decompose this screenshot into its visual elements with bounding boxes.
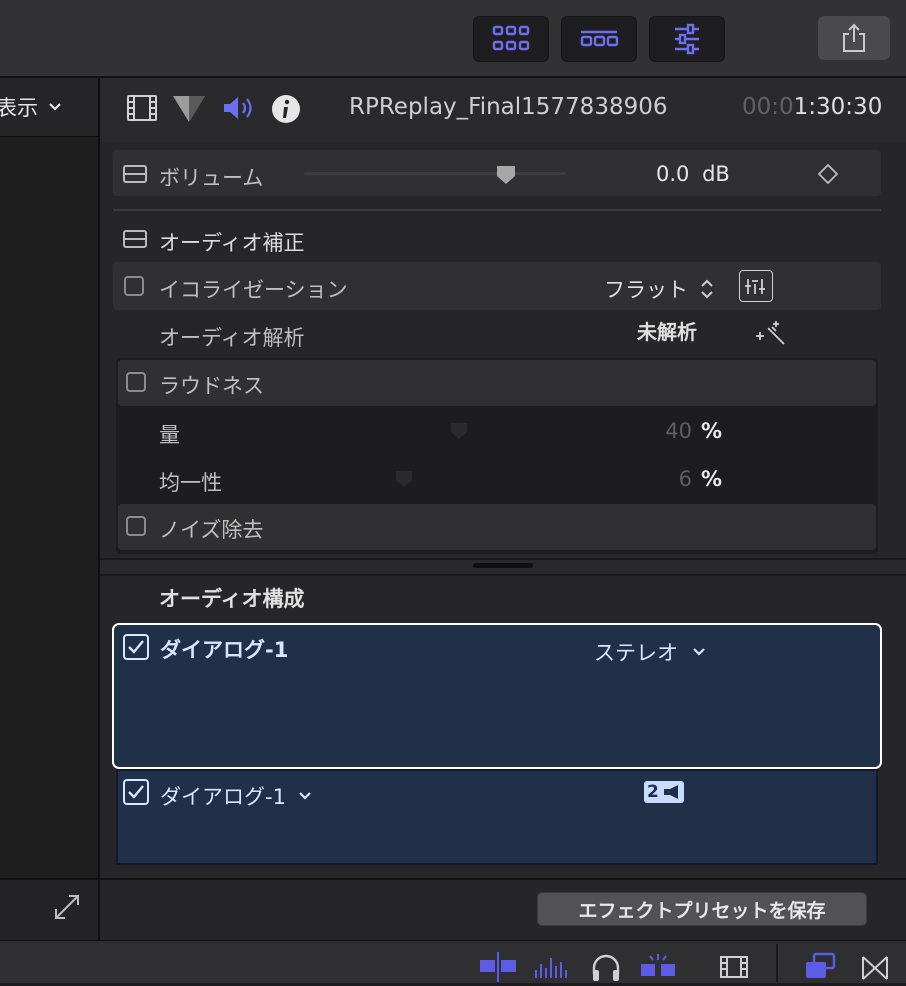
subrole-label: ダイアログ-1 — [160, 785, 286, 809]
role-checkbox[interactable] — [123, 634, 149, 660]
loudness-label: ラウドネス — [159, 374, 264, 398]
uniformity-unit: % — [701, 467, 723, 491]
share-icon — [843, 23, 865, 52]
uniformity-value[interactable]: 6 — [640, 467, 692, 491]
split-clip-icon — [480, 952, 516, 982]
channel-popup[interactable]: ステレオ — [594, 637, 706, 667]
equalization-label: イコライゼーション — [159, 278, 348, 302]
transitions-button[interactable] — [860, 954, 890, 986]
volume-label: ボリューム — [159, 166, 264, 190]
volume-value[interactable]: 0.0 dB — [656, 162, 730, 186]
channel-badge: 2 — [644, 781, 684, 803]
checkmark-icon — [128, 785, 144, 799]
uniformity-slider-knob[interactable] — [395, 470, 413, 492]
transition-icon — [862, 956, 888, 980]
chevron-down-icon — [49, 103, 61, 111]
audio-enhance-toggle-icon[interactable] — [123, 230, 147, 248]
volume-unit: dB — [702, 162, 730, 186]
top-toolbar — [0, 0, 906, 78]
loudness-checkbox[interactable] — [126, 372, 146, 392]
filmstrip-icon — [580, 30, 619, 47]
eq-icon — [745, 279, 765, 294]
timecode-dim: 00:0 — [742, 94, 794, 120]
channel-value: ステレオ — [594, 641, 678, 665]
noise-checkbox[interactable] — [126, 516, 146, 536]
waveform-icon — [535, 958, 567, 978]
share-button[interactable] — [818, 16, 890, 60]
amount-slider-knob[interactable] — [450, 422, 468, 444]
equalization-checkbox[interactable] — [124, 276, 144, 296]
snapping-icon — [641, 954, 675, 976]
grid-icon — [492, 25, 530, 51]
volume-slider[interactable] — [304, 172, 566, 175]
section-divider — [113, 209, 881, 211]
volume-number: 0.0 — [656, 162, 690, 186]
updown-chevron-icon — [701, 279, 713, 299]
color-tab-icon — [173, 96, 205, 122]
waveform-button[interactable] — [532, 952, 572, 986]
bottom-toolbar — [0, 940, 906, 983]
video-tab-icon — [127, 95, 157, 121]
keyframe-button[interactable] — [817, 163, 839, 188]
diamond-icon — [817, 163, 839, 185]
analysis-status: 未解析 — [637, 320, 697, 344]
clip-name: RPReplay_Final1577838906 — [349, 94, 668, 120]
equalization-value: フラット — [604, 278, 688, 302]
audio-enhance-title: オーディオ補正 — [159, 231, 305, 255]
speaker-icon — [663, 785, 678, 799]
view-menu-label: 表示 — [0, 96, 38, 120]
video-tab[interactable] — [126, 94, 158, 126]
noise-label: ノイズ除去 — [159, 518, 264, 542]
equalization-popup[interactable]: フラット — [604, 274, 714, 304]
headphones-icon — [592, 954, 620, 981]
subrole-popup[interactable]: ダイアログ-1 — [160, 781, 312, 811]
timeline-view-button[interactable] — [561, 16, 637, 62]
audio-tab-icon — [224, 97, 252, 119]
audio-tab[interactable] — [222, 94, 256, 126]
filmstrip-icon — [720, 956, 748, 978]
checkmark-icon — [128, 640, 144, 654]
splitter-grip[interactable] — [473, 563, 533, 568]
configuration-title: オーディオ構成 — [159, 587, 305, 611]
analysis-label: オーディオ解析 — [159, 326, 305, 350]
save-preset-button[interactable]: エフェクトプリセットを保存 — [537, 892, 867, 926]
info-tab-icon — [272, 95, 300, 123]
expand-button[interactable] — [53, 893, 81, 925]
subrole-checkbox[interactable] — [123, 779, 149, 805]
expand-icon — [55, 895, 79, 919]
role-label: ダイアログ-1 — [160, 638, 289, 662]
sliders-icon — [675, 23, 699, 55]
magic-wand-icon — [756, 321, 785, 345]
toolbar-separator — [776, 944, 778, 982]
amount-unit: % — [701, 419, 723, 443]
clip-appearance-button[interactable] — [718, 954, 750, 986]
timecode-lit: 1:30:30 — [793, 94, 883, 120]
analyze-button[interactable] — [754, 320, 788, 352]
windows-icon — [806, 952, 836, 978]
timeline-index-button[interactable] — [802, 950, 838, 986]
info-tab[interactable] — [271, 94, 301, 128]
browser-view-button[interactable] — [473, 16, 549, 62]
channel-badge-number: 2 — [647, 782, 659, 802]
snapping-button[interactable] — [638, 952, 678, 986]
chevron-down-icon — [299, 792, 311, 800]
amount-label: 量 — [159, 423, 180, 447]
amount-value[interactable]: 40 — [640, 419, 692, 443]
color-tab[interactable] — [171, 94, 207, 128]
timecode: 00:01:30:30 — [742, 94, 882, 120]
uniformity-label: 均一性 — [159, 471, 222, 495]
eq-button[interactable] — [739, 270, 773, 302]
inspector-button[interactable] — [649, 16, 725, 62]
headphones-button[interactable] — [590, 952, 622, 986]
chevron-down-icon — [693, 648, 705, 656]
section-toggle-icon[interactable] — [123, 165, 147, 183]
view-menu[interactable]: 表示 — [0, 78, 98, 137]
left-panel — [0, 78, 100, 940]
audio-skimming-button[interactable] — [478, 952, 518, 986]
left-footer — [0, 878, 98, 942]
volume-slider-knob[interactable] — [496, 165, 516, 189]
